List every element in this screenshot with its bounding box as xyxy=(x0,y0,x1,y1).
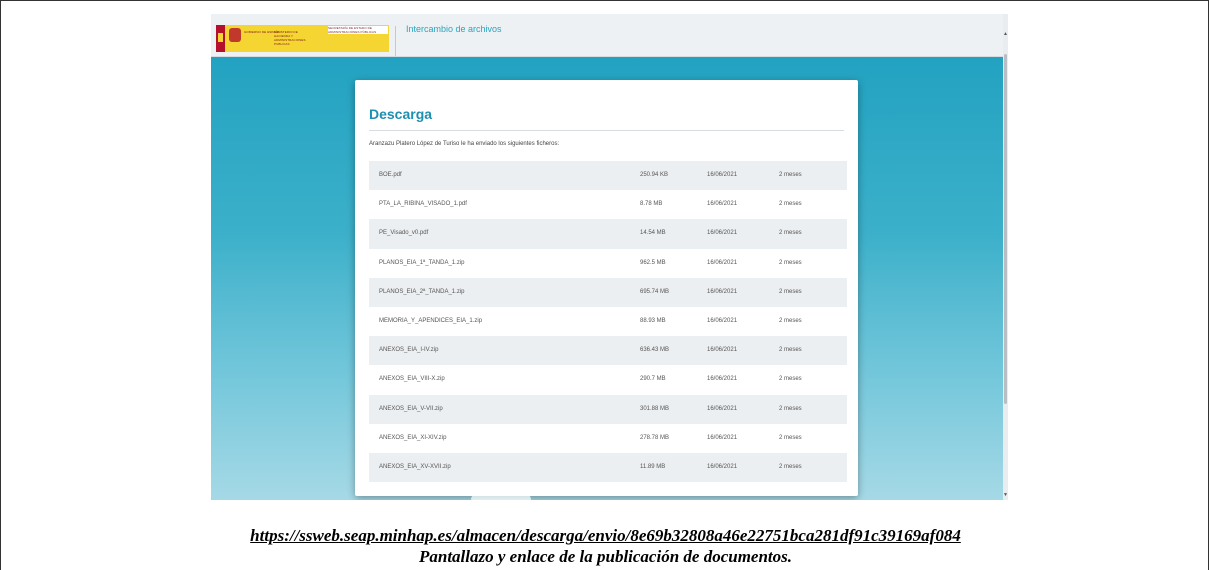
download-card: Descarga Aranzazu Platero López de Turis… xyxy=(355,80,858,496)
header-divider xyxy=(395,26,396,56)
file-row[interactable]: ANEXOS_EIA_VIII-X.zip 290.7 MB 16/06/2021 2… xyxy=(369,365,847,394)
file-size: 250.94 KB xyxy=(640,172,669,178)
file-row[interactable]: PLANOS_EIA_1ª_TANDA_1.zip 962.5 MB 16/06/2… xyxy=(369,249,847,278)
file-expiry: 2 meses xyxy=(779,288,802,295)
file-date: 16/06/2021 xyxy=(707,288,738,295)
file-row[interactable]: PLANOS_EIA_2ª_TANDA_1.zip 695.74 MB 16/06/… xyxy=(369,277,847,307)
file-name[interactable]: BOE.pdf xyxy=(379,172,402,178)
card-title: Descarga xyxy=(369,106,433,122)
file-row[interactable]: ANEXOS_EIA_XV-XVII.zip 11.89 MB 16/06/2021… xyxy=(369,452,847,483)
file-expiry: 2 meses xyxy=(779,317,802,324)
file-date: 16/06/2021 xyxy=(707,259,738,266)
file-row[interactable]: ANEXOS_EIA_XI-XIV.zip 278.78 MB 16/06/2021… xyxy=(369,424,847,453)
file-expiry: 2 meses xyxy=(779,434,802,441)
file-row[interactable]: PE_Visado_v0.pdf 14.54 MB 16/06/2021 2 mese… xyxy=(369,219,847,249)
file-date: 16/06/2021 xyxy=(707,376,738,383)
file-row[interactable]: BOE.pdf 250.94 KB 16/06/2021 2 meses xyxy=(369,161,847,191)
file-name[interactable]: ANEXOS_EIA_XV-XVII.zip xyxy=(379,464,451,470)
file-expiry: 2 meses xyxy=(779,230,802,237)
download-link[interactable]: https://ssweb.seap.minhap.es/almacen/des… xyxy=(0,526,1211,546)
figure-caption: Pantallazo y enlace de la publicación de… xyxy=(418,547,793,566)
file-name[interactable]: PE_Visado_v0.pdf xyxy=(379,230,428,236)
file-size: 88.93 MB xyxy=(640,317,666,324)
logo-text-secretariat: SECRETARÍA DE ESTADO DE ADMINISTRACIONES… xyxy=(328,26,388,34)
logo-text-ministry: MINISTERIO DE HACIENDA Y ADMINISTRACIONE… xyxy=(274,30,306,46)
app-title[interactable]: Intercambio de archivos xyxy=(406,24,502,34)
file-name[interactable]: PTA_LA_RIBINA_VISADO_1.pdf xyxy=(379,201,467,207)
file-name[interactable]: ANEXOS_EIA_VIII-X.zip xyxy=(379,376,445,382)
file-name[interactable]: ANEXOS_EIA_I-IV.zip xyxy=(379,347,438,353)
file-name[interactable]: MEMORIA_Y_APENDICES_EIA_1.zip xyxy=(379,318,482,324)
file-date: 16/06/2021 xyxy=(707,434,738,441)
file-expiry: 2 meses xyxy=(779,463,802,470)
file-expiry: 2 meses xyxy=(779,172,802,178)
scroll-up-icon[interactable]: ▲ xyxy=(1003,31,1008,37)
file-size: 278.78 MB xyxy=(640,434,670,441)
file-size: 695.74 MB xyxy=(640,288,670,295)
coat-of-arms-icon xyxy=(229,28,241,42)
file-date: 16/06/2021 xyxy=(707,230,738,237)
file-name[interactable]: PLANOS_EIA_2ª_TANDA_1.zip xyxy=(379,289,464,295)
file-expiry: 2 meses xyxy=(779,376,802,383)
file-row[interactable]: ANEXOS_EIA_I-IV.zip 636.43 MB 16/06/2021 2 … xyxy=(369,336,847,366)
screenshot: GOBIERNO DE ESPAÑA MINISTERIO DE HACIEND… xyxy=(211,14,1008,500)
file-size: 11.89 MB xyxy=(640,463,666,470)
file-date: 16/06/2021 xyxy=(707,317,738,324)
file-row[interactable]: PTA_LA_RIBINA_VISADO_1.pdf 8.78 MB 16/06/2… xyxy=(369,190,847,219)
file-expiry: 2 meses xyxy=(779,201,802,208)
file-size: 301.88 MB xyxy=(640,405,670,412)
file-size: 8.78 MB xyxy=(640,201,663,208)
scrollbar[interactable]: ▲ ▼ xyxy=(1003,14,1008,500)
file-row[interactable]: ANEXOS_EIA_V-VII.zip 301.88 MB 16/06/2021 2… xyxy=(369,394,847,424)
file-size: 962.5 MB xyxy=(640,259,666,266)
file-table: BOE.pdf 250.94 KB 16/06/2021 2 meses PTA_LA_… xyxy=(369,161,847,483)
scroll-thumb[interactable] xyxy=(1004,54,1007,404)
scroll-down-icon[interactable]: ▼ xyxy=(1003,492,1008,498)
file-date: 16/06/2021 xyxy=(707,172,738,178)
file-date: 16/06/2021 xyxy=(707,347,738,354)
file-date: 16/06/2021 xyxy=(707,201,738,208)
file-expiry: 2 meses xyxy=(779,259,802,266)
file-expiry: 2 meses xyxy=(779,405,802,412)
file-name[interactable]: ANEXOS_EIA_V-VII.zip xyxy=(379,406,443,412)
file-name[interactable]: ANEXOS_EIA_XI-XIV.zip xyxy=(379,435,446,441)
government-logo[interactable]: GOBIERNO DE ESPAÑA MINISTERIO DE HACIEND… xyxy=(216,25,389,52)
title-divider xyxy=(369,130,844,131)
file-size: 636.43 MB xyxy=(640,347,670,354)
file-expiry: 2 meses xyxy=(779,347,802,354)
file-date: 16/06/2021 xyxy=(707,463,738,470)
file-row[interactable]: MEMORIA_Y_APENDICES_EIA_1.zip 88.93 MB 16/… xyxy=(369,307,847,336)
file-size: 290.7 MB xyxy=(640,376,666,383)
file-date: 16/06/2021 xyxy=(707,405,738,412)
shield-icon xyxy=(216,25,225,52)
file-size: 14.54 MB xyxy=(640,230,666,237)
decorative-bubble xyxy=(471,493,531,500)
site-header: GOBIERNO DE ESPAÑA MINISTERIO DE HACIEND… xyxy=(211,14,1008,57)
sender-message: Aranzazu Platero López de Turiso le ha e… xyxy=(369,141,560,147)
file-name[interactable]: PLANOS_EIA_1ª_TANDA_1.zip xyxy=(379,260,464,266)
